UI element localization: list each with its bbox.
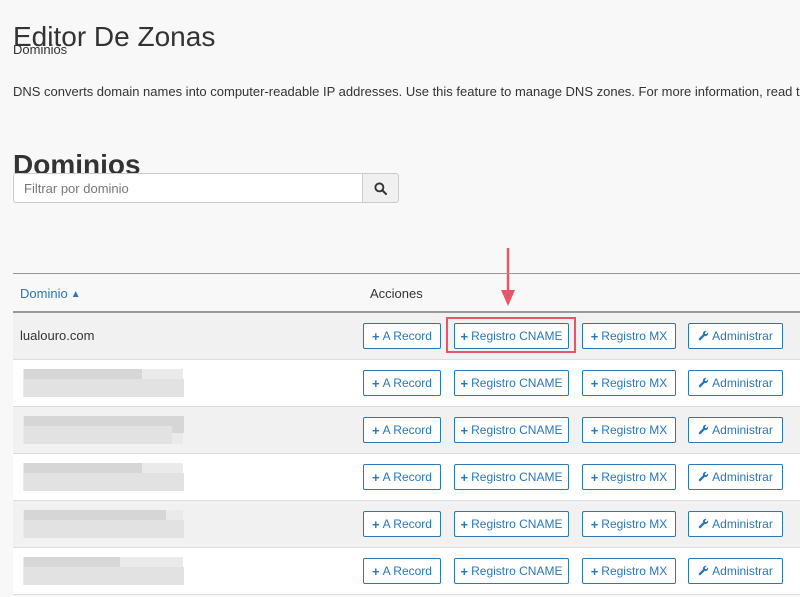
- plus-icon: +: [372, 563, 380, 579]
- button-label: A Record: [382, 329, 432, 343]
- plus-icon: +: [590, 422, 599, 438]
- add-cname-record-button[interactable]: + Registro CNAME: [454, 417, 569, 443]
- add-a-record-button[interactable]: + A Record: [363, 370, 441, 396]
- table-row: + A Record + Registro CNAME + Registro MX A…: [13, 454, 800, 501]
- add-a-record-button[interactable]: + A Record: [363, 417, 441, 443]
- domains-table: Dominio ▲ Acciones lualouro.com + A Record…: [13, 273, 800, 595]
- wrench-icon: [698, 517, 709, 532]
- table-row: lualouro.com + A Record + Registro CNAME +…: [13, 313, 800, 360]
- button-label: Administrar: [712, 470, 773, 484]
- column-header-domain[interactable]: Dominio ▲: [20, 286, 81, 301]
- add-cname-record-button[interactable]: + Registro CNAME: [454, 370, 569, 396]
- button-label: Registro MX: [601, 517, 668, 531]
- button-label: Registro CNAME: [471, 376, 563, 390]
- plus-icon: +: [460, 328, 469, 344]
- add-cname-record-button[interactable]: + Registro CNAME: [454, 323, 569, 349]
- button-label: Registro MX: [601, 470, 668, 484]
- search-button[interactable]: [362, 173, 399, 203]
- add-mx-record-button[interactable]: + Registro MX: [582, 417, 676, 443]
- button-label: A Record: [382, 564, 432, 578]
- redacted-domain: [23, 557, 184, 585]
- manage-button[interactable]: Administrar: [688, 370, 783, 396]
- button-label: Registro CNAME: [471, 564, 563, 578]
- add-mx-record-button[interactable]: + Registro MX: [582, 323, 676, 349]
- button-label: A Record: [382, 470, 432, 484]
- button-label: Administrar: [712, 329, 773, 343]
- plus-icon: +: [372, 375, 380, 391]
- plus-icon: +: [372, 469, 380, 485]
- wrench-icon: [698, 470, 709, 485]
- search-icon: [374, 181, 387, 195]
- plus-icon: +: [460, 422, 469, 438]
- add-mx-record-button[interactable]: + Registro MX: [582, 511, 676, 537]
- add-mx-record-button[interactable]: + Registro MX: [582, 464, 676, 490]
- plus-icon: +: [590, 375, 599, 391]
- table-row: + A Record + Registro CNAME + Registro MX A…: [13, 360, 800, 407]
- chevron-up-icon: ▲: [70, 289, 81, 300]
- plus-icon: +: [460, 563, 469, 579]
- plus-icon: +: [460, 516, 469, 532]
- button-label: Registro MX: [601, 329, 668, 343]
- button-label: Registro CNAME: [471, 470, 563, 484]
- domain-filter: [13, 173, 399, 203]
- redacted-domain: [23, 463, 184, 491]
- plus-icon: +: [372, 422, 380, 438]
- plus-icon: +: [372, 516, 380, 532]
- button-label: A Record: [382, 376, 432, 390]
- button-label: Registro MX: [601, 423, 668, 437]
- column-header-domain-label: Dominio: [20, 286, 68, 301]
- add-a-record-button[interactable]: + A Record: [363, 323, 441, 349]
- add-a-record-button[interactable]: + A Record: [363, 511, 441, 537]
- plus-icon: +: [590, 328, 599, 344]
- button-label: Administrar: [712, 376, 773, 390]
- button-label: A Record: [382, 423, 432, 437]
- button-label: A Record: [382, 517, 432, 531]
- wrench-icon: [698, 564, 709, 579]
- button-label: Administrar: [712, 423, 773, 437]
- plus-icon: +: [590, 563, 599, 579]
- button-label: Registro CNAME: [471, 517, 563, 531]
- manage-button[interactable]: Administrar: [688, 417, 783, 443]
- wrench-icon: [698, 423, 709, 438]
- add-cname-record-button[interactable]: + Registro CNAME: [454, 511, 569, 537]
- plus-icon: +: [460, 375, 469, 391]
- domain-name: lualouro.com: [20, 328, 95, 343]
- button-label: Registro MX: [601, 564, 668, 578]
- table-row: + A Record + Registro CNAME + Registro MX A…: [13, 548, 800, 595]
- manage-button[interactable]: Administrar: [688, 464, 783, 490]
- plus-icon: +: [590, 516, 599, 532]
- manage-button[interactable]: Administrar: [688, 511, 783, 537]
- button-label: Administrar: [712, 564, 773, 578]
- wrench-icon: [698, 376, 709, 391]
- plus-icon: +: [590, 469, 599, 485]
- add-a-record-button[interactable]: + A Record: [363, 558, 441, 584]
- table-row: + A Record + Registro CNAME + Registro MX A…: [13, 501, 800, 548]
- add-cname-record-button[interactable]: + Registro CNAME: [454, 558, 569, 584]
- manage-button[interactable]: Administrar: [688, 558, 783, 584]
- add-mx-record-button[interactable]: + Registro MX: [582, 370, 676, 396]
- table-header: Dominio ▲ Acciones: [13, 273, 800, 313]
- domain-filter-input[interactable]: [13, 173, 362, 203]
- button-label: Registro CNAME: [471, 423, 563, 437]
- redacted-domain: [23, 416, 184, 444]
- wrench-icon: [698, 329, 709, 344]
- add-a-record-button[interactable]: + A Record: [363, 464, 441, 490]
- button-label: Administrar: [712, 517, 773, 531]
- redacted-domain: [23, 369, 184, 397]
- add-mx-record-button[interactable]: + Registro MX: [582, 558, 676, 584]
- table-row: + A Record + Registro CNAME + Registro MX A…: [13, 407, 800, 454]
- button-label: Registro MX: [601, 376, 668, 390]
- add-cname-record-button[interactable]: + Registro CNAME: [454, 464, 569, 490]
- plus-icon: +: [460, 469, 469, 485]
- manage-button[interactable]: Administrar: [688, 323, 783, 349]
- breadcrumb[interactable]: Dominios: [13, 42, 67, 57]
- column-header-actions: Acciones: [370, 286, 423, 301]
- redacted-domain: [23, 510, 184, 538]
- button-label: Registro CNAME: [471, 329, 563, 343]
- page-description: DNS converts domain names into computer-…: [13, 84, 800, 99]
- plus-icon: +: [372, 328, 380, 344]
